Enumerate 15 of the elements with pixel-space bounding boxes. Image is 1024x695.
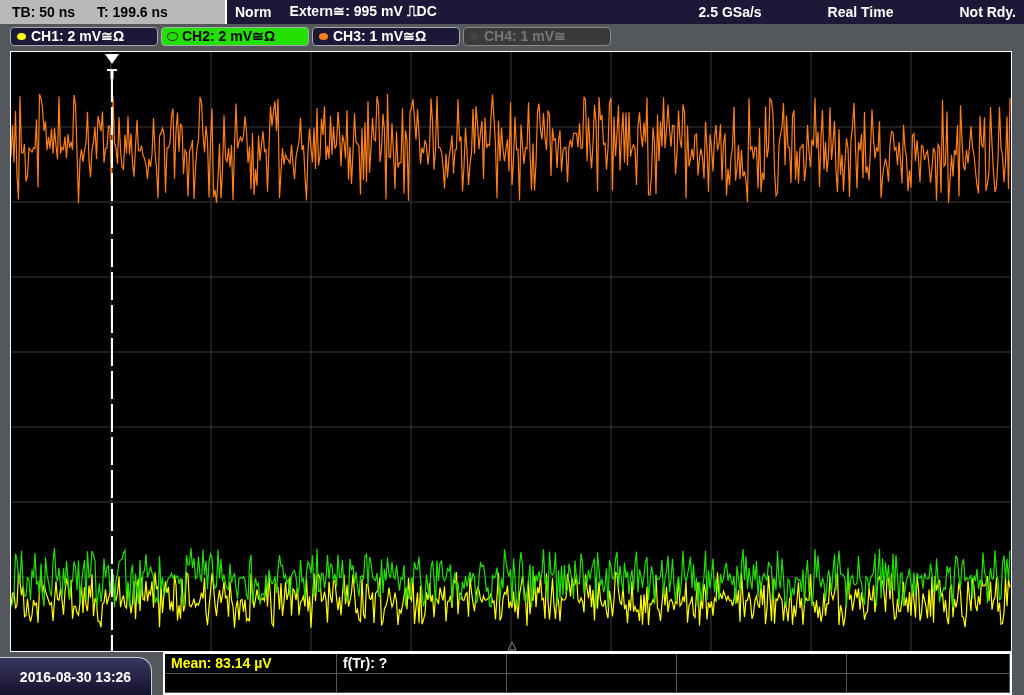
- trigger-mode: Norm: [235, 4, 272, 20]
- trigger-time-label: T: 199.6 ns: [97, 4, 168, 20]
- channel-tab[interactable]: CH3: 1 mV≅Ω: [312, 26, 460, 46]
- trigger-marker-icon[interactable]: [105, 53, 119, 79]
- sample-rate: 2.5 GSa/s: [698, 4, 762, 20]
- acquisition-mode: Real Time: [827, 4, 894, 20]
- trigger-source: Extern≅: 995 mV ⎍DC: [289, 3, 437, 21]
- date-time-label: 2016-08-30 13:26: [0, 657, 152, 695]
- status-label: Not Rdy.: [959, 4, 1016, 20]
- position-marker-icon: [507, 641, 517, 651]
- channel-tab[interactable]: CH2: 2 mV≅Ω: [161, 26, 309, 46]
- measurement-value: Mean: 83.14 µV: [171, 655, 272, 672]
- measurement-value: f(Tr): ?: [343, 655, 388, 672]
- channel-tab[interactable]: CH1: 2 mV≅Ω: [10, 26, 158, 46]
- timebase-label: TB: 50 ns: [12, 4, 75, 20]
